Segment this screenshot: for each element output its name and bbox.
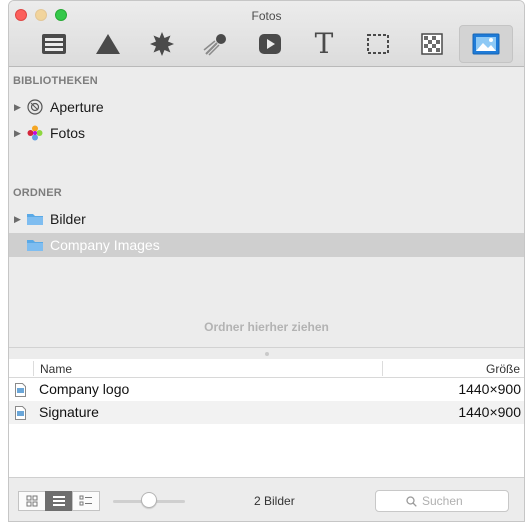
fotos-window: Fotos T BIBLIOTHEKEN ▶ Aperture ▶ Fotos …	[8, 0, 525, 522]
aperture-icon	[26, 98, 44, 116]
disclosure-triangle-icon[interactable]: ▶	[14, 102, 26, 113]
search-icon	[406, 495, 417, 507]
table-header: Name Größe	[9, 359, 524, 378]
image-table: Name Größe Company logo 1440×900 Signatu…	[9, 359, 524, 477]
folder-item-bilder[interactable]: ▶ Bilder	[9, 207, 524, 231]
tool-pattern[interactable]	[405, 25, 459, 63]
view-details-button[interactable]	[72, 491, 100, 511]
pattern-checker-icon	[421, 33, 443, 55]
column-header-name[interactable]: Name	[40, 362, 72, 376]
toolbar: T	[27, 25, 513, 63]
photo-icon	[472, 33, 500, 55]
folder-item-company-images[interactable]: Company Images	[9, 233, 524, 257]
disclosure-triangle-icon[interactable]: ▶	[14, 214, 26, 225]
folder-label: Company Images	[50, 237, 160, 253]
tool-media[interactable]	[243, 25, 297, 63]
tool-meteor[interactable]	[189, 25, 243, 63]
text-icon: T	[314, 27, 334, 60]
burst-icon	[150, 32, 174, 56]
title-bar: Fotos T	[9, 1, 524, 67]
library-item-fotos[interactable]: ▶ Fotos	[9, 121, 524, 145]
window-title: Fotos	[251, 9, 282, 23]
detail-list-icon	[79, 495, 92, 506]
library-label: Fotos	[50, 125, 86, 141]
tool-shapes[interactable]	[81, 25, 135, 63]
list-view-icon	[53, 496, 65, 506]
folder-icon	[26, 210, 44, 228]
row-name: Signature	[39, 404, 99, 420]
disclosure-triangle-icon[interactable]: ▶	[14, 128, 26, 139]
tool-selection[interactable]	[351, 25, 405, 63]
photos-flower-icon	[26, 124, 44, 142]
library-label: Aperture	[50, 99, 104, 115]
row-size: 1440×900	[458, 404, 521, 420]
folders-header: ORDNER	[13, 187, 62, 199]
pane-splitter[interactable]	[9, 347, 524, 359]
table-row[interactable]: Company logo 1440×900	[9, 378, 524, 401]
library-pane: BIBLIOTHEKEN ▶ Aperture ▶ Fotos ORDNER ▶…	[9, 67, 524, 349]
browser-panel-icon	[42, 34, 66, 54]
image-count: 2 Bilder	[254, 494, 295, 508]
tool-text[interactable]: T	[297, 25, 351, 63]
shapes-triangle-icon	[96, 34, 120, 54]
slider-knob[interactable]	[141, 492, 157, 508]
table-row[interactable]: Signature 1440×900	[9, 401, 524, 424]
row-name: Company logo	[39, 381, 130, 397]
meteor-icon	[203, 34, 226, 56]
folder-label: Bilder	[50, 211, 86, 227]
view-list-button[interactable]	[45, 491, 73, 511]
search-input[interactable]	[422, 494, 478, 508]
column-header-size[interactable]: Größe	[486, 362, 520, 376]
row-size: 1440×900	[458, 381, 521, 397]
splitter-handle-icon	[264, 351, 269, 356]
bottom-bar: 2 Bilder	[9, 477, 524, 521]
image-file-icon	[15, 383, 26, 400]
library-item-aperture[interactable]: ▶ Aperture	[9, 95, 524, 119]
view-mode-control	[18, 491, 100, 511]
image-file-icon	[15, 406, 26, 423]
search-field[interactable]	[375, 490, 509, 512]
drop-hint: Ordner hierher ziehen	[204, 320, 329, 334]
tool-photos[interactable]	[459, 25, 513, 63]
selection-marquee-icon	[367, 34, 389, 54]
libraries-header: BIBLIOTHEKEN	[13, 75, 98, 87]
grid-view-icon	[26, 495, 38, 507]
media-play-icon	[259, 34, 281, 54]
folder-icon	[26, 236, 44, 254]
view-icons-button[interactable]	[18, 491, 46, 511]
tool-browser[interactable]	[27, 25, 81, 63]
tool-burst[interactable]	[135, 25, 189, 63]
